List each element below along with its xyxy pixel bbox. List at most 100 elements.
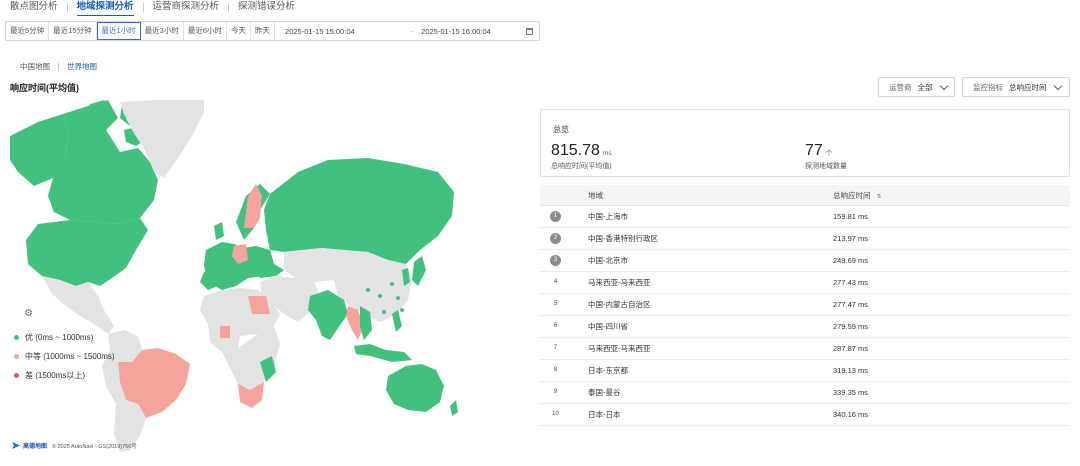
region-count-desc: 探测地域数量 <box>805 163 847 170</box>
legend-dot-poor <box>14 373 19 378</box>
tab-scatter-analysis[interactable]: 散点图分析 <box>10 0 67 14</box>
time-button-yesterday[interactable]: 昨天 <box>251 22 276 40</box>
column-header-response-time-label: 总响应时间 <box>833 191 871 200</box>
time-button-1h[interactable]: 最近1小时 <box>96 22 141 40</box>
range-start[interactable]: 2025-01-15 15:00:04 <box>285 27 402 36</box>
time-button-3h[interactable]: 最近3小时 <box>141 22 184 40</box>
time-button-6h[interactable]: 最近6小时 <box>184 22 228 40</box>
section-title: 响应时间(平均值) <box>10 83 79 93</box>
map-point[interactable] <box>390 282 394 286</box>
row-region: 中国-香港特别行政区 <box>588 234 658 243</box>
table-row[interactable]: 8 日本-东京都 319.13 ms <box>540 360 1070 382</box>
time-button-today[interactable]: 今天 <box>227 22 252 40</box>
map-region-uk[interactable] <box>214 222 224 240</box>
rank-badge: 4 <box>553 279 558 285</box>
legend-label-medium: 中等 (1000ms ~ 1500ms) <box>25 352 115 361</box>
tab-region-analysis[interactable]: 地域探测分析 <box>68 0 143 16</box>
ranking-table: 地域 总响应时间 ⇅ 1 中国-上海市 159.81 ms 2 中国-香港特别行政区 21… <box>540 185 1070 426</box>
region-count-metric: 77 个 探测地域数量 <box>805 142 847 171</box>
map-tabs: 中国地图 世界地图 <box>20 61 97 72</box>
table-row[interactable]: 5 中国-内蒙古自治区 277.47 ms <box>540 294 1070 316</box>
table-row[interactable]: 9 泰国-曼谷 339.35 ms <box>540 382 1070 404</box>
row-response-time: 279.59 ms <box>833 322 869 331</box>
rank-badge: 7 <box>553 345 558 351</box>
map-region-kazakhstan[interactable] <box>284 248 346 282</box>
map-region-russia[interactable] <box>264 158 454 264</box>
time-button-5min[interactable]: 最近5分钟 <box>6 22 50 40</box>
gear-icon[interactable]: ⚙ <box>24 308 33 319</box>
tab-operator-analysis[interactable]: 运营商探测分析 <box>144 0 229 14</box>
chevron-down-icon <box>1053 81 1062 90</box>
rank-badge: 9 <box>553 389 558 395</box>
row-region: 中国-四川省 <box>588 322 628 331</box>
avg-response-metric: 815.78 ms 总响应时间(平均值) <box>551 142 612 171</box>
row-response-time: 319.13 ms <box>833 366 869 375</box>
map-point[interactable] <box>400 308 404 312</box>
row-region: 日本-日本 <box>588 410 621 419</box>
amap-logo-icon <box>12 442 20 449</box>
map-region-australia[interactable] <box>386 364 444 412</box>
legend-item-medium: 中等 (1000ms ~ 1500ms) <box>14 351 115 362</box>
world-map[interactable] <box>8 100 460 452</box>
column-header-response-time[interactable]: 总响应时间 ⇅ <box>833 185 882 208</box>
rank-badge: 5 <box>553 301 558 307</box>
chevron-down-icon <box>939 81 948 90</box>
column-header-region: 地域 <box>588 191 603 200</box>
rank-badge: 8 <box>553 367 558 373</box>
row-response-time: 339.35 ms <box>833 388 869 397</box>
overview-title: 总览 <box>553 125 569 134</box>
legend-dot-medium <box>14 354 19 359</box>
map-region-philippines[interactable] <box>392 310 402 332</box>
range-end[interactable]: 2025-01-15 16:00:04 <box>421 27 526 36</box>
table-row[interactable]: 1 中国-上海市 159.81 ms <box>540 206 1070 228</box>
rank-badge: 1 <box>550 211 561 222</box>
operator-select[interactable]: 运营商 全部 <box>878 77 955 97</box>
avg-response-value: 815.78 <box>551 142 600 159</box>
region-count-unit: 个 <box>825 150 833 157</box>
date-range-picker[interactable]: 2025-01-15 15:00:04 - 2025-01-15 16:00:0… <box>275 22 539 40</box>
map-region-nigeria[interactable] <box>220 326 230 338</box>
tab-error-analysis[interactable]: 探测错误分析 <box>229 0 304 14</box>
tab-china-map[interactable]: 中国地图 <box>20 61 50 72</box>
table-row[interactable]: 10 日本-日本 340.16 ms <box>540 404 1070 426</box>
table-row[interactable]: 7 马来西亚-马来西亚 287.87 ms <box>540 338 1070 360</box>
rank-badge: 3 <box>550 255 561 266</box>
row-region: 马来西亚-马来西亚 <box>588 344 651 353</box>
tab-world-map[interactable]: 世界地图 <box>67 61 97 72</box>
map-point[interactable] <box>366 288 370 292</box>
row-region: 马来西亚-马来西亚 <box>588 278 651 287</box>
table-row[interactable]: 3 中国-北京市 249.69 ms <box>540 250 1070 272</box>
avg-response-unit: ms <box>602 150 612 157</box>
map-region-indonesia[interactable] <box>354 344 412 362</box>
rank-badge: 2 <box>550 233 561 244</box>
map-copyright: © 2025 AutoNavi - GS(2019)756号 <box>52 443 137 450</box>
table-row[interactable]: 4 马来西亚-马来西亚 277.43 ms <box>540 272 1070 294</box>
time-range-bar: 最近5分钟 最近15分钟 最近1小时 最近3小时 最近6小时 今天 昨天 202… <box>5 21 541 41</box>
map-region-new-zealand[interactable] <box>450 400 458 416</box>
sort-icon[interactable]: ⇅ <box>877 194 882 200</box>
row-response-time: 277.47 ms <box>833 300 869 309</box>
table-row[interactable]: 2 中国-香港特别行政区 213.97 ms <box>540 228 1070 250</box>
operator-label: 运营商 <box>889 82 912 92</box>
table-row[interactable]: 6 中国-四川省 279.59 ms <box>540 316 1070 338</box>
time-button-15min[interactable]: 最近15分钟 <box>49 22 97 40</box>
row-response-time: 249.69 ms <box>833 256 869 265</box>
row-response-time: 287.87 ms <box>833 344 869 353</box>
row-region: 日本-东京都 <box>588 366 628 375</box>
map-point[interactable] <box>396 296 400 300</box>
row-region: 中国-上海市 <box>588 212 628 221</box>
legend-dot-good <box>14 335 19 340</box>
metric-label: 监控指标 <box>973 82 1003 92</box>
map-point[interactable] <box>382 310 386 314</box>
map-region-usa[interactable] <box>26 218 148 286</box>
operator-value: 全部 <box>917 82 933 92</box>
map-region-japan[interactable] <box>412 256 426 286</box>
legend-item-poor: 差 (1500ms以上) <box>14 370 85 381</box>
legend-label-good: 优 (0ms ~ 1000ms) <box>25 333 94 342</box>
metric-select[interactable]: 监控指标 总响应时间 <box>962 77 1070 97</box>
metric-value: 总响应时间 <box>1009 82 1047 92</box>
region-count-value: 77 <box>805 142 823 159</box>
calendar-icon[interactable] <box>526 27 534 35</box>
map-tab-divider <box>58 62 59 71</box>
map-point[interactable] <box>378 294 382 298</box>
